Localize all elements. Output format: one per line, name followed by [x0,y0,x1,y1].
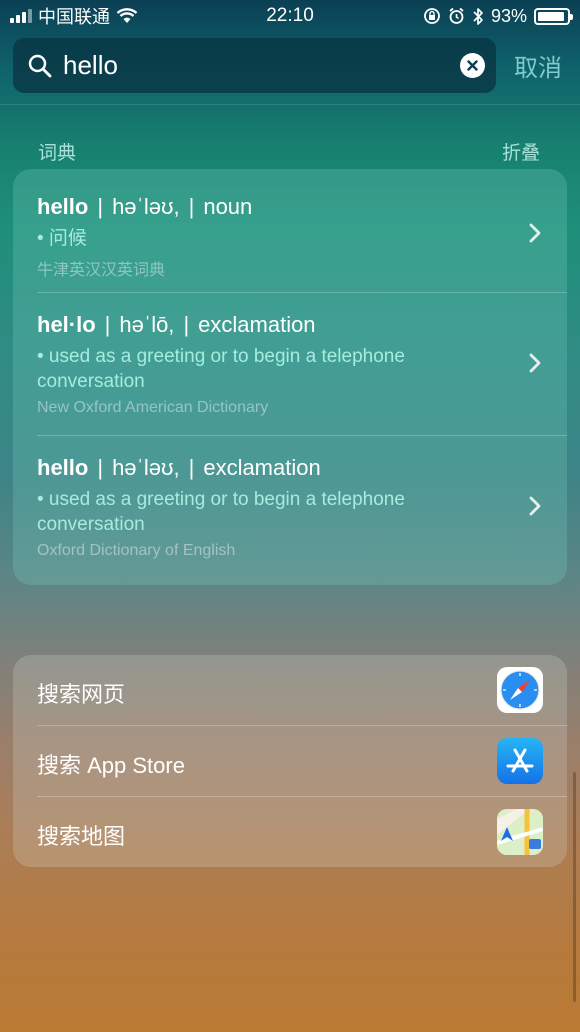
dictionary-section-header: 词典 折叠 [38,138,540,165]
search-actions-card: 搜索网页 搜索 App Store 搜索地图 [13,655,567,867]
entry-pronunciation: həˈlō, [119,312,175,337]
entry-definition: • used as a greeting or to begin a telep… [37,346,405,392]
entry-part-of-speech: noun [203,194,253,219]
cancel-button[interactable]: 取消 [514,48,562,83]
entry-part-of-speech: exclamation [203,455,321,480]
entry-source: Oxford Dictionary of English [37,542,236,559]
entry-definition: • used as a greeting or to begin a telep… [37,489,405,535]
entry-source: New Oxford American Dictionary [37,399,269,416]
entry-definition: • 问候 [37,228,87,249]
orientation-lock-icon [424,8,440,24]
search-bar [13,38,496,93]
alarm-icon [449,7,464,24]
search-input[interactable] [53,38,460,93]
maps-icon [497,809,543,855]
chevron-right-icon [529,223,541,243]
close-icon [467,60,478,71]
collapse-button[interactable]: 折叠 [502,138,540,165]
dictionary-card: hello | həˈləʊ, | noun • 问候 牛津英汉汉英词典 hel·lo |… [13,169,567,585]
entry-pronunciation: həˈləʊ, [112,455,180,480]
scroll-indicator [573,772,576,1002]
action-label: 搜索网页 [37,682,126,707]
section-title: 词典 [38,143,77,164]
dictionary-entry[interactable]: hello | həˈləʊ, | noun • 问候 牛津英汉汉英词典 [37,194,567,293]
action-label: 搜索 App Store [37,753,185,778]
search-app-store-row[interactable]: 搜索 App Store [37,726,567,797]
header-divider [0,104,580,105]
search-web-row[interactable]: 搜索网页 [37,655,567,726]
app-store-icon [497,738,543,784]
entry-source: 牛津英汉汉英词典 [37,262,166,279]
battery-percent: 93% [490,5,527,26]
dictionary-entry[interactable]: hel·lo | həˈlō, | exclamation • used as a gr… [37,312,567,436]
dictionary-entry[interactable]: hello | həˈləʊ, | exclamation • used as a gr… [37,455,567,567]
action-label: 搜索地图 [37,824,126,849]
bluetooth-icon [473,7,483,25]
search-maps-row[interactable]: 搜索地图 [37,797,567,868]
chevron-right-icon [529,353,541,373]
clear-search-button[interactable] [460,53,485,78]
search-icon [28,54,52,77]
entry-word: hel·lo [37,312,96,337]
chevron-right-icon [529,496,541,516]
entry-part-of-speech: exclamation [198,312,316,337]
entry-word: hello [37,455,89,480]
safari-icon [497,667,543,713]
battery-icon [534,7,573,25]
entry-pronunciation: həˈləʊ, [112,194,180,219]
status-bar: 中国联通 22:10 93% [0,0,580,32]
entry-word: hello [37,194,89,219]
